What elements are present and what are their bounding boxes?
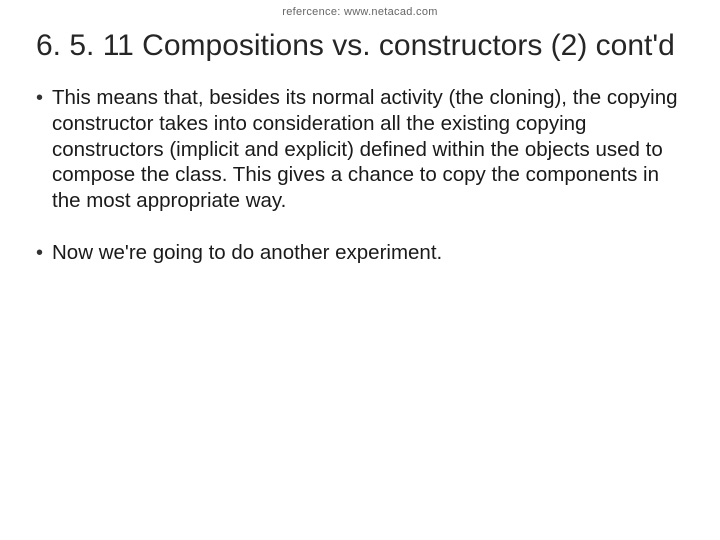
slide: refercence: www.netacad.com 6. 5. 11 Com…	[0, 0, 720, 540]
slide-body: • This means that, besides its normal ac…	[36, 85, 684, 265]
reference-line: refercence: www.netacad.com	[36, 0, 684, 18]
bullet-item: • Now we're going to do another experime…	[36, 240, 684, 266]
bullet-marker-icon: •	[36, 240, 52, 266]
bullet-marker-icon: •	[36, 85, 52, 213]
bullet-text: This means that, besides its normal acti…	[52, 85, 684, 213]
bullet-text: Now we're going to do another experiment…	[52, 240, 684, 266]
slide-title: 6. 5. 11 Compositions vs. constructors (…	[36, 28, 684, 63]
bullet-item: • This means that, besides its normal ac…	[36, 85, 684, 213]
